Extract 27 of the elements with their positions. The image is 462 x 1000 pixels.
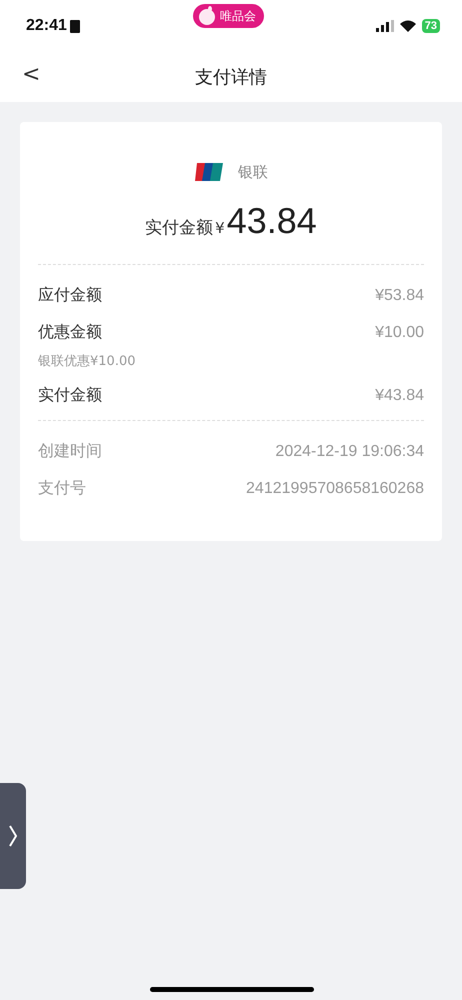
book-icon (70, 20, 80, 32)
status-time: 22:41 (26, 17, 67, 35)
detail-label: 支付号 (38, 478, 86, 499)
discount-note: 银联优惠¥10.00 (38, 353, 136, 371)
bunny-icon (197, 6, 217, 26)
currency-symbol: ¥ (215, 219, 225, 237)
detail-label: 创建时间 (38, 441, 102, 462)
paid-amount: 43.84 (226, 200, 317, 242)
payment-method: 银联 (238, 162, 268, 182)
detail-value: ¥10.00 (375, 324, 424, 342)
detail-label: 应付金额 (38, 285, 102, 306)
detail-value: ¥53.84 (375, 286, 424, 304)
page-title: 支付详情 (195, 66, 267, 89)
battery-level: 73 (422, 19, 440, 33)
amount-label: 实付金额 (145, 217, 214, 239)
drawer-handle[interactable] (0, 783, 26, 889)
detail-label: 实付金额 (38, 385, 102, 406)
signal-icon (376, 20, 394, 32)
wifi-icon (400, 20, 416, 32)
chevron-right-icon (9, 825, 17, 847)
app-badge[interactable]: 唯品会 (193, 4, 264, 28)
unionpay-logo-icon (194, 162, 224, 182)
detail-value: ¥43.84 (375, 386, 424, 404)
back-button[interactable]: < (16, 62, 46, 87)
detail-value: 2024-12-19 19:06:34 (275, 442, 424, 460)
detail-label: 优惠金额 (38, 322, 102, 343)
detail-value: 24121995708658160268 (246, 480, 424, 498)
